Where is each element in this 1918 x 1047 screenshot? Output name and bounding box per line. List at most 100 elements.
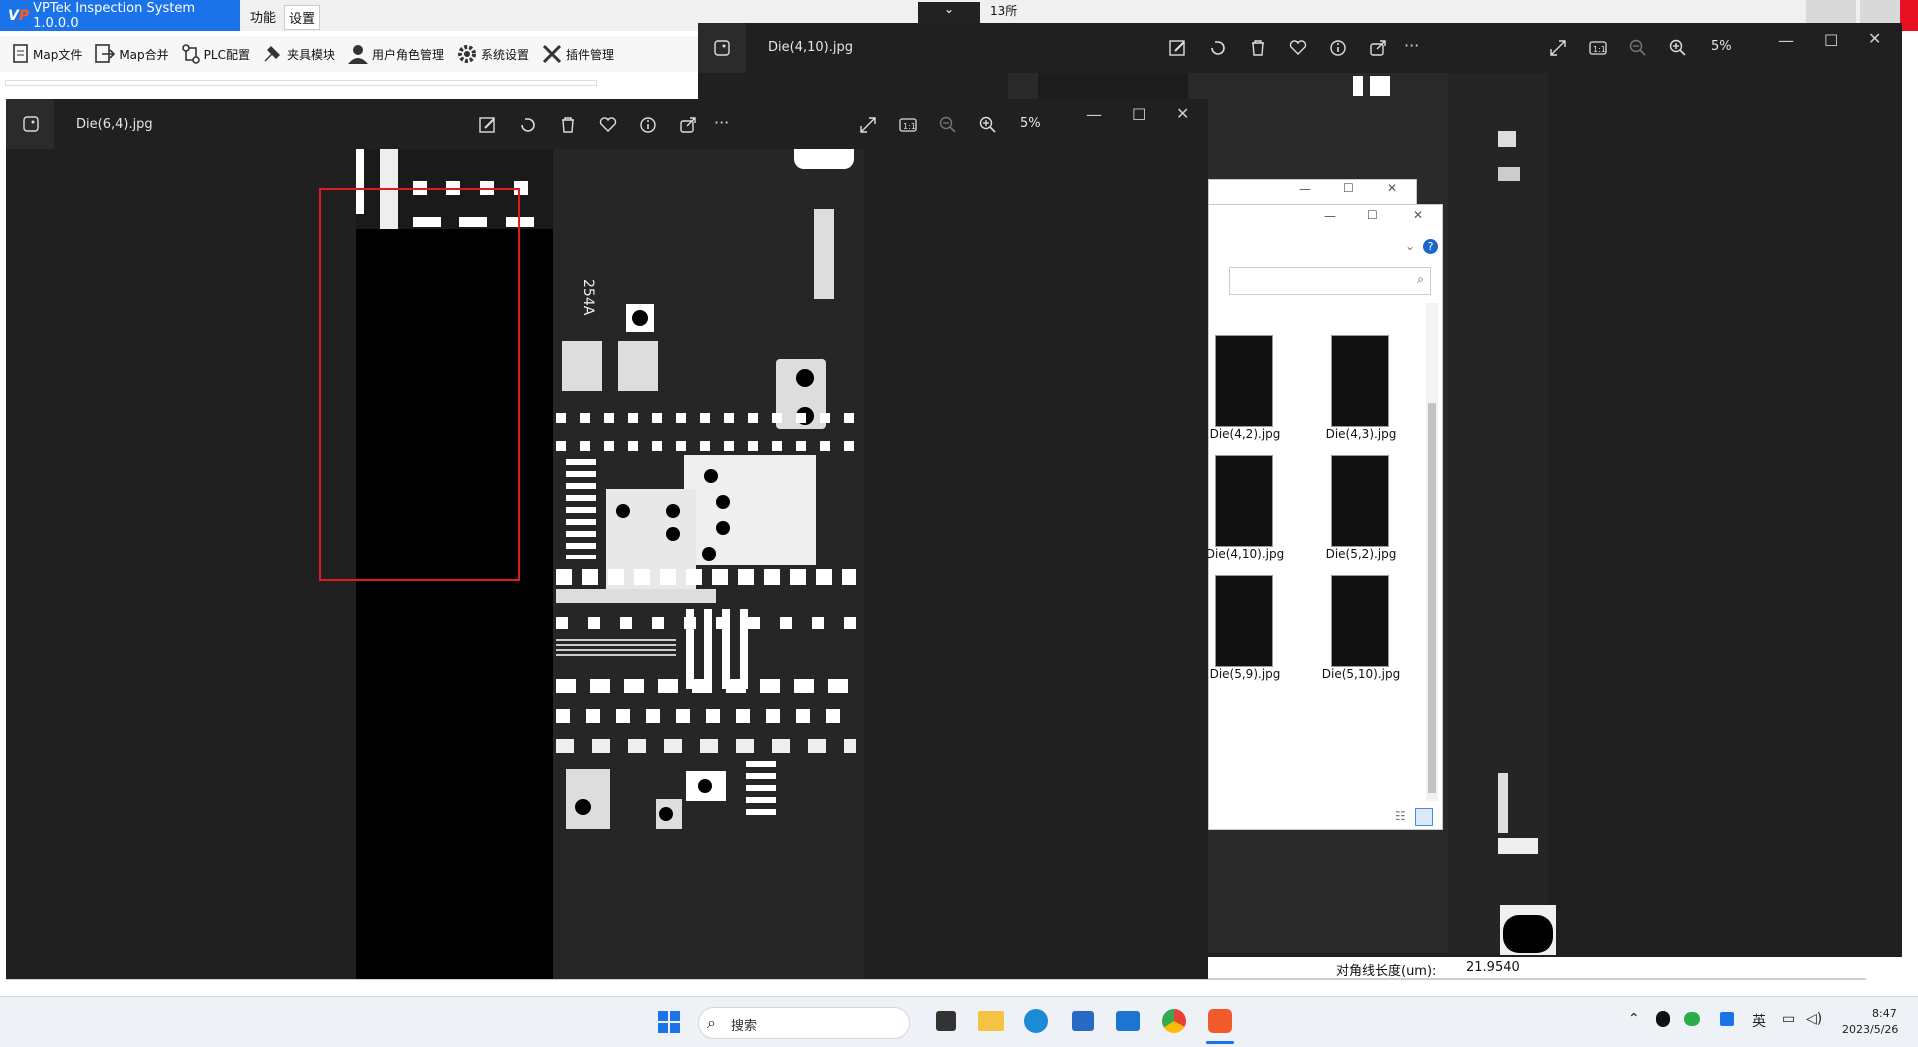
- maximize-button[interactable]: ☐: [1824, 31, 1838, 50]
- file-name: Die(5,2).jpg: [1325, 547, 1397, 561]
- toolbar-system-settings[interactable]: 系统设置: [456, 43, 529, 65]
- search-input[interactable]: ⌕: [1229, 267, 1431, 295]
- menu-function[interactable]: 功能: [246, 5, 280, 28]
- delete-icon[interactable]: [558, 115, 578, 135]
- minimize-button[interactable]: —: [1299, 182, 1311, 196]
- file-item[interactable]: Die(4,3).jpg: [1326, 335, 1401, 441]
- svg-text:1:1: 1:1: [903, 122, 916, 131]
- close-button[interactable]: ✕: [1387, 181, 1397, 195]
- minimize-button[interactable]: —: [1778, 31, 1794, 50]
- windows-start-icon[interactable]: [658, 1011, 680, 1033]
- toolbar-map-file[interactable]: Map文件: [12, 44, 82, 64]
- network-icon[interactable]: ▭: [1782, 1011, 1795, 1027]
- edit-icon[interactable]: [1168, 38, 1188, 58]
- maximize-button[interactable]: ☐: [1343, 181, 1354, 195]
- share-icon[interactable]: [678, 115, 698, 135]
- app-close-button[interactable]: [1900, 0, 1918, 31]
- file-item[interactable]: Die(4,2).jpg: [1210, 335, 1285, 441]
- toolbar-map-merge[interactable]: Map合并: [94, 44, 169, 64]
- qq-icon[interactable]: [1656, 1011, 1670, 1027]
- actual-size-icon[interactable]: 1:1: [1588, 38, 1608, 58]
- search-icon: ⌕: [707, 1013, 716, 1032]
- viewer-actions: ···: [478, 113, 738, 135]
- clock-date[interactable]: 2023/5/26: [1842, 1023, 1898, 1036]
- toolbar-label: 夹具模块: [286, 47, 335, 62]
- delete-icon[interactable]: [1248, 38, 1268, 58]
- more-icon[interactable]: ···: [714, 113, 729, 132]
- search-placeholder: 搜索: [731, 1019, 758, 1034]
- file-item[interactable]: Die(5,9).jpg: [1210, 575, 1285, 681]
- minimize-button[interactable]: —: [1086, 105, 1102, 124]
- help-icon[interactable]: ?: [1423, 239, 1438, 254]
- maximize-button[interactable]: ☐: [1132, 105, 1146, 124]
- file-name: Die(5,10).jpg: [1321, 667, 1401, 681]
- toolbar-label: Map文件: [33, 47, 83, 62]
- folder-icon[interactable]: [978, 1011, 1004, 1031]
- rotate-icon[interactable]: [1208, 38, 1228, 58]
- task-view-icon[interactable]: [936, 1011, 956, 1031]
- close-button[interactable]: ✕: [1413, 208, 1423, 222]
- share-icon[interactable]: [1368, 38, 1388, 58]
- zoom-out-icon[interactable]: [1628, 38, 1648, 58]
- rotate-icon[interactable]: [518, 115, 538, 135]
- viewer-filename: Die(4,10).jpg: [768, 40, 853, 55]
- taskbar: ⌕ 搜索 ⌃ 英 ▭ ◁) 8:47 2023/5/26: [0, 996, 1918, 1047]
- zoom-out-icon[interactable]: [938, 115, 958, 135]
- chevron-down-icon[interactable]: ⌄: [1405, 239, 1415, 253]
- file-thumbnail: [1215, 455, 1273, 547]
- toolbar-user-roles[interactable]: 用户角色管理: [347, 43, 444, 65]
- file-item[interactable]: Die(5,2).jpg: [1326, 455, 1401, 561]
- viewer-zoom: 5%: [1711, 39, 1732, 54]
- heart-icon[interactable]: [598, 115, 618, 135]
- minimize-button[interactable]: —: [1324, 209, 1336, 223]
- thumbnail-view-icon[interactable]: [1415, 808, 1433, 826]
- edge-icon[interactable]: [1024, 1009, 1048, 1033]
- file-item[interactable]: Die(5,10).jpg: [1322, 575, 1401, 681]
- gear-icon: [458, 45, 476, 63]
- viewer-actions: ···: [1168, 36, 1428, 58]
- status-label: 对角线长度(um):: [1336, 964, 1437, 979]
- details-view-icon[interactable]: ☷: [1395, 809, 1406, 823]
- toolbar-fixture-module[interactable]: 夹具模块: [262, 44, 335, 64]
- viewer-filename: Die(6,4).jpg: [76, 117, 153, 132]
- wrench-icon: [264, 46, 280, 62]
- chevron-up-icon[interactable]: ⌃: [1628, 1011, 1640, 1027]
- chrome-icon[interactable]: [1162, 1009, 1186, 1033]
- edit-icon[interactable]: [478, 115, 498, 135]
- actual-size-icon[interactable]: 1:1: [898, 115, 918, 135]
- close-button[interactable]: ✕: [1176, 104, 1189, 123]
- file-name: Die(4,10).jpg: [1205, 547, 1285, 561]
- menu-settings[interactable]: 设置: [284, 5, 321, 30]
- app-shortcut-icon[interactable]: [1208, 1009, 1232, 1033]
- zoom-in-icon[interactable]: [978, 115, 998, 135]
- close-button[interactable]: ✕: [1868, 29, 1881, 48]
- mail-icon[interactable]: [1116, 1011, 1140, 1031]
- taskbar-search[interactable]: ⌕ 搜索: [698, 1007, 910, 1039]
- fullscreen-icon[interactable]: [1548, 38, 1568, 58]
- active-indicator: [1206, 1041, 1234, 1044]
- file-item[interactable]: Die(4,10).jpg: [1206, 455, 1285, 561]
- chevron-down-icon: ⌄: [943, 2, 955, 16]
- clock-time[interactable]: 8:47: [1872, 1007, 1897, 1020]
- fullscreen-icon[interactable]: [858, 115, 878, 135]
- explorer-scrollbar[interactable]: [1426, 303, 1438, 801]
- viewer-window-front: Die(6,4).jpg ··· 1:1 5% — ☐ ✕ 254A: [6, 99, 1208, 979]
- status-value: 21.9540: [1466, 960, 1520, 975]
- wechat-icon[interactable]: [1684, 1012, 1700, 1026]
- toolbar-plc-config[interactable]: PLC配置: [181, 44, 250, 64]
- zoom-in-icon[interactable]: [1668, 38, 1688, 58]
- store-icon[interactable]: [1072, 1011, 1094, 1031]
- volume-icon[interactable]: ◁): [1806, 1011, 1822, 1027]
- selection-rectangle[interactable]: [319, 188, 520, 581]
- bluetooth-icon[interactable]: [1720, 1012, 1734, 1026]
- viewer-zoom: 5%: [1020, 116, 1041, 131]
- maximize-button[interactable]: ☐: [1367, 208, 1378, 222]
- collapse-button[interactable]: ⌄: [918, 2, 980, 24]
- info-icon[interactable]: [1328, 38, 1348, 58]
- toolbar-plugin-manager[interactable]: 插件管理: [541, 43, 614, 65]
- ime-indicator[interactable]: 英: [1752, 1011, 1766, 1031]
- info-icon[interactable]: [638, 115, 658, 135]
- file-thumbnail: [1215, 335, 1273, 427]
- more-icon[interactable]: ···: [1404, 36, 1419, 55]
- heart-icon[interactable]: [1288, 38, 1308, 58]
